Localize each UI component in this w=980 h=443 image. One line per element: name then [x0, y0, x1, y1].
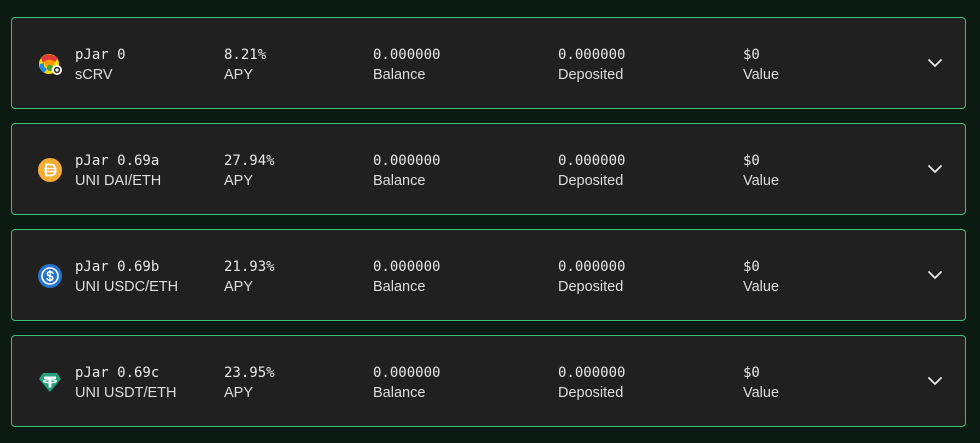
apy-label: APY: [224, 385, 254, 401]
apy-value: 27.94%: [224, 153, 275, 169]
apy-value: 23.95%: [224, 365, 275, 381]
balance-label: Balance: [373, 67, 426, 83]
jar-pair: UNI USDT/ETH: [75, 385, 177, 401]
value-cell: $0 Value: [743, 153, 779, 190]
apy-label: APY: [224, 279, 254, 295]
balance-cell: 0.000000 Balance: [373, 365, 440, 402]
value-cell: $0 Value: [743, 47, 779, 84]
deposited-cell: 0.000000 Deposited: [558, 47, 625, 84]
jar-pair: UNI USDC/ETH: [75, 279, 179, 295]
balance-label: Balance: [373, 385, 426, 401]
apy-value: 8.21%: [224, 47, 267, 63]
chevron-down-icon[interactable]: [927, 268, 943, 280]
chevron-down-icon[interactable]: [927, 56, 943, 68]
value-label: Value: [743, 67, 780, 83]
jar-list: pJar 0 sCRV 8.21% APY 0.000000 Balance 0…: [0, 0, 980, 443]
deposited-value: 0.000000: [558, 153, 626, 169]
apy-cell: 8.21% APY: [224, 47, 266, 84]
jar-name-cell: pJar 0.69a UNI DAI/ETH: [75, 153, 161, 190]
value-label: Value: [743, 173, 780, 189]
apy-label: APY: [224, 67, 254, 83]
deposited-label: Deposited: [558, 385, 624, 401]
jar-name: pJar 0.69c: [75, 365, 160, 381]
jar-name: pJar 0.69a: [75, 153, 160, 169]
jar-card-pjar-0[interactable]: pJar 0 sCRV 8.21% APY 0.000000 Balance 0…: [11, 17, 966, 109]
chevron-down-icon[interactable]: [927, 162, 943, 174]
balance-label: Balance: [373, 279, 426, 295]
deposited-value: 0.000000: [558, 259, 626, 275]
dai-icon: [38, 158, 62, 182]
jar-card-pjar-0-69a[interactable]: pJar 0.69a UNI DAI/ETH 27.94% APY 0.0000…: [11, 123, 966, 215]
jar-name-cell: pJar 0.69b UNI USDC/ETH: [75, 259, 178, 296]
usdc-icon: [38, 264, 62, 288]
deposited-cell: 0.000000 Deposited: [558, 153, 625, 190]
tether-icon: [38, 370, 62, 394]
jar-name: pJar 0.69b: [75, 259, 160, 275]
jar-card-pjar-0-69b[interactable]: pJar 0.69b UNI USDC/ETH 21.93% APY 0.000…: [11, 229, 966, 321]
value-label: Value: [743, 279, 780, 295]
deposited-label: Deposited: [558, 67, 624, 83]
jar-pair: sCRV: [75, 67, 113, 83]
deposited-cell: 0.000000 Deposited: [558, 365, 625, 402]
jar-card-pjar-0-69c[interactable]: pJar 0.69c UNI USDT/ETH 23.95% APY 0.000…: [11, 335, 966, 427]
jar-name-cell: pJar 0 sCRV: [75, 47, 126, 84]
balance-cell: 0.000000 Balance: [373, 259, 440, 296]
deposited-cell: 0.000000 Deposited: [558, 259, 625, 296]
value-cell: $0 Value: [743, 259, 779, 296]
balance-value: 0.000000: [373, 365, 441, 381]
apy-label: APY: [224, 173, 254, 189]
value-amount: $0: [743, 365, 760, 381]
balance-label: Balance: [373, 173, 426, 189]
apy-value: 21.93%: [224, 259, 275, 275]
chevron-down-icon[interactable]: [927, 374, 943, 386]
balance-cell: 0.000000 Balance: [373, 47, 440, 84]
value-cell: $0 Value: [743, 365, 779, 402]
deposited-label: Deposited: [558, 173, 624, 189]
value-amount: $0: [743, 153, 760, 169]
deposited-label: Deposited: [558, 279, 624, 295]
value-label: Value: [743, 385, 780, 401]
apy-cell: 21.93% APY: [224, 259, 275, 296]
balance-value: 0.000000: [373, 259, 441, 275]
balance-cell: 0.000000 Balance: [373, 153, 440, 190]
balance-value: 0.000000: [373, 47, 441, 63]
jar-name: pJar 0: [75, 47, 126, 63]
value-amount: $0: [743, 47, 760, 63]
deposited-value: 0.000000: [558, 365, 626, 381]
curve-rainbow-icon: [38, 52, 62, 76]
deposited-value: 0.000000: [558, 47, 626, 63]
jar-pair: UNI DAI/ETH: [75, 173, 162, 189]
jar-name-cell: pJar 0.69c UNI USDT/ETH: [75, 365, 177, 402]
apy-cell: 27.94% APY: [224, 153, 275, 190]
apy-cell: 23.95% APY: [224, 365, 275, 402]
balance-value: 0.000000: [373, 153, 441, 169]
value-amount: $0: [743, 259, 760, 275]
